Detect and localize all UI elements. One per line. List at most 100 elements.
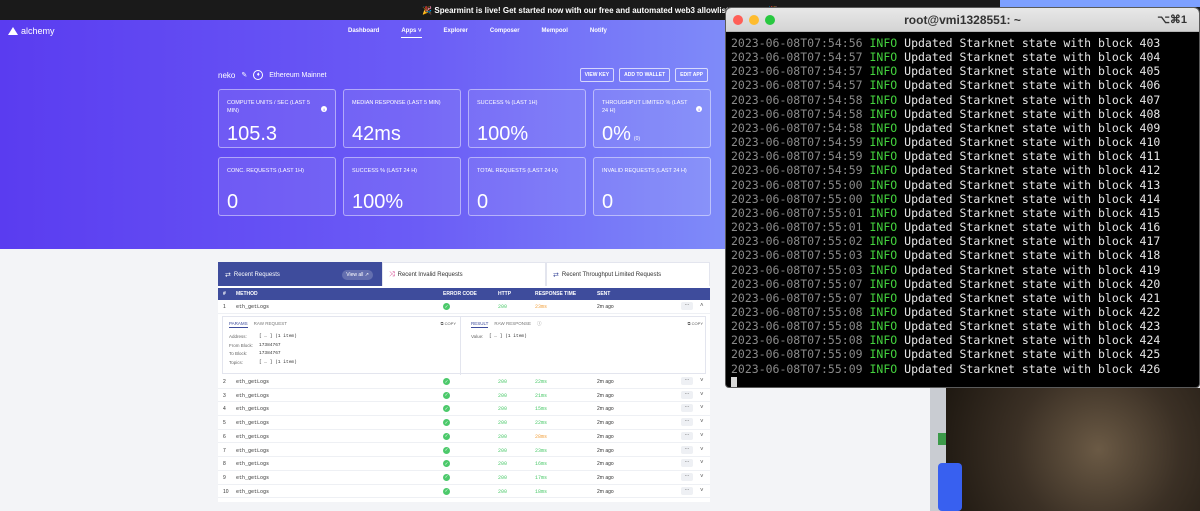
more-options-button[interactable]: ···	[681, 431, 693, 440]
more-options-button[interactable]: ···	[681, 404, 693, 413]
stat-value: 0	[227, 191, 238, 214]
nav-composer[interactable]: Composer	[490, 28, 520, 38]
subtab-raw-request[interactable]: RAW REQUEST	[254, 321, 287, 328]
pencil-icon[interactable]: ✎	[241, 71, 247, 79]
log-level: INFO	[869, 64, 898, 79]
table-row[interactable]: 6 eth_getLogs ✓ 200 28ms 2m ago ··· ˅	[218, 430, 710, 444]
tab-throughput-limited[interactable]: ⇄ Recent Throughput Limited Requests	[546, 262, 710, 286]
row-sent: 2m ago	[597, 304, 614, 310]
more-options-button[interactable]: ···	[681, 377, 693, 385]
table-row[interactable]: 1 eth_getLogs ✓ 200 23ms 2m ago ··· ˄	[218, 300, 710, 314]
subtab-raw-response[interactable]: RAW RESPONSE	[494, 321, 531, 328]
log-line: 2023-06-08T07:55:07 INFO Updated Starkne…	[731, 291, 1160, 305]
row-http: 200	[498, 488, 508, 495]
row-http: 200	[498, 420, 508, 427]
tab-invalid-requests[interactable]: ⤨ Recent Invalid Requests	[382, 262, 546, 286]
stat-card: SUCCESS % (LAST 1H) 100%	[468, 89, 586, 148]
more-options-button[interactable]: ···	[681, 445, 693, 454]
table-row[interactable]: 4 eth_getLogs ✓ 200 15ms 2m ago ··· ˅	[218, 402, 710, 417]
info-icon[interactable]: i	[321, 106, 327, 112]
log-message: Updated Starknet state with block 411	[904, 149, 1161, 164]
row-method: eth_getLogs	[236, 474, 270, 481]
table-row[interactable]: 2 eth_getLogs ✓ 200 22ms 2m ago ··· ˅	[218, 375, 710, 389]
view-all-button[interactable]: View all ↗	[342, 270, 373, 280]
chevron-down-icon[interactable]: ˅	[700, 474, 704, 480]
log-message: Updated Starknet state with block 417	[904, 234, 1161, 249]
tab-recent-requests[interactable]: ⇄ Recent Requests View all ↗	[218, 262, 382, 286]
alchemy-logo[interactable]: alchemy	[8, 26, 55, 36]
table-header: # METHOD ERROR CODE HTTP RESPONSE TIME SENT	[218, 288, 710, 300]
row-method: eth_getLogs	[236, 488, 270, 495]
row-response-time: 28ms	[535, 433, 548, 440]
chevron-down-icon[interactable]: ˅	[700, 460, 704, 466]
log-message: Updated Starknet state with block 420	[904, 276, 1161, 291]
row-response-time: 23ms	[535, 304, 548, 310]
chevron-down-icon[interactable]: ˅	[700, 405, 704, 411]
terminal-titlebar[interactable]: root@vmi1328551: ~ ⌥⌘1	[726, 8, 1199, 32]
copy-button[interactable]: ⧉ COPY	[441, 321, 456, 326]
stat-sub: (0)	[633, 136, 641, 142]
log-level: INFO	[869, 191, 898, 206]
stat-label: SUCCESS % (LAST 1H)	[477, 100, 538, 106]
log-level: INFO	[869, 276, 898, 291]
log-line: 2023-06-08T07:55:00 INFO Updated Starkne…	[731, 178, 1160, 192]
more-options-button[interactable]: ···	[681, 418, 693, 427]
add-to-wallet-button[interactable]: ADD TO WALLET	[619, 68, 671, 82]
info-icon[interactable]: i	[696, 106, 702, 112]
chevron-down-icon[interactable]: ˅	[700, 488, 704, 494]
log-timestamp: 2023-06-08T07:54:59	[731, 163, 863, 178]
log-line: 2023-06-08T07:54:58 INFO Updated Starkne…	[731, 107, 1160, 121]
log-message: Updated Starknet state with block 408	[904, 106, 1161, 121]
chevron-down-icon[interactable]: ˅	[700, 447, 704, 453]
more-options-button[interactable]: ···	[681, 486, 693, 495]
nav-explorer[interactable]: Explorer	[444, 28, 468, 38]
copy-icon: ⧉	[687, 321, 691, 326]
log-line: 2023-06-08T07:55:08 INFO Updated Starkne…	[731, 305, 1160, 319]
log-level: INFO	[869, 361, 898, 376]
success-check-icon: ✓	[443, 391, 450, 399]
log-line: 2023-06-08T07:54:59 INFO Updated Starkne…	[731, 149, 1160, 163]
table-row[interactable]: 5 eth_getLogs ✓ 200 22ms 2m ago ··· ˅	[218, 416, 710, 430]
request-tabs: ⇄ Recent Requests View all ↗ ⤨ Recent In…	[218, 262, 710, 286]
param-key: Address:	[229, 334, 247, 339]
chevron-down-icon[interactable]: ˅	[700, 419, 704, 425]
nav-dashboard[interactable]: Dashboard	[348, 28, 379, 38]
stat-card: MEDIAN RESPONSE (LAST 5 MIN) 42ms	[343, 89, 461, 148]
terminal-title: root@vmi1328551: ~	[904, 13, 1021, 27]
table-row[interactable]: 7 eth_getLogs ✓ 200 23ms 2m ago ··· ˅	[218, 444, 710, 458]
log-line: 2023-06-08T07:54:57 INFO Updated Starkne…	[731, 64, 1160, 78]
row-sent: 2m ago	[597, 447, 614, 454]
more-options-button[interactable]: ···	[681, 390, 693, 399]
more-options-button[interactable]: ···	[681, 459, 693, 468]
table-row[interactable]: 8 eth_getLogs ✓ 200 16ms 2m ago ··· ˅	[218, 457, 710, 471]
row-sent: 2m ago	[597, 433, 614, 440]
log-timestamp: 2023-06-08T07:54:59	[731, 135, 863, 150]
nav-apps[interactable]: Apps ˅	[401, 28, 422, 38]
copy-button[interactable]: ⧉ COPY	[688, 321, 703, 326]
table-row[interactable]: 3 eth_getLogs ✓ 200 21ms 2m ago ··· ˅	[218, 389, 710, 403]
chevron-down-icon[interactable]: ˅	[700, 378, 704, 384]
subtab-params[interactable]: PARAMS	[229, 321, 248, 328]
request-detail: PARAMS RAW REQUEST ⧉ COPY Address: [ … ] (1 …	[222, 316, 706, 375]
log-timestamp: 2023-06-08T07:54:56	[731, 36, 863, 50]
terminal-output[interactable]: 2023-06-08T07:54:56 INFO Updated Starkne…	[731, 36, 1160, 376]
log-line: 2023-06-08T07:54:57 INFO Updated Starkne…	[731, 78, 1160, 92]
view-key-button[interactable]: VIEW KEY	[579, 68, 615, 82]
info-icon[interactable]: ⓘ	[537, 321, 542, 328]
nav-notify[interactable]: Notify	[590, 28, 607, 38]
edit-app-button[interactable]: EDIT APP	[675, 68, 708, 82]
terminal-shortcut: ⌥⌘1	[1157, 14, 1187, 26]
row-method: eth_getLogs	[236, 420, 270, 427]
chevron-down-icon[interactable]: ˅	[700, 392, 704, 398]
log-message: Updated Starknet state with block 423	[904, 319, 1161, 334]
table-row[interactable]: 10 eth_getLogs ✓ 200 18ms 2m ago ··· ˅	[218, 485, 710, 499]
more-options-button[interactable]: ···	[681, 472, 693, 481]
chevron-up-icon[interactable]: ˄	[700, 303, 704, 309]
chevron-down-icon[interactable]: ˅	[700, 433, 704, 439]
terminal-window[interactable]: root@vmi1328551: ~ ⌥⌘1 2023-06-08T07:54:…	[725, 7, 1200, 388]
nav-mempool[interactable]: Mempool	[542, 28, 568, 38]
table-row[interactable]: 9 eth_getLogs ✓ 200 17ms 2m ago ··· ˅	[218, 471, 710, 485]
subtab-result[interactable]: RESULT	[471, 321, 489, 328]
column-header: METHOD	[236, 291, 258, 297]
more-options-button[interactable]: ···	[681, 302, 693, 310]
